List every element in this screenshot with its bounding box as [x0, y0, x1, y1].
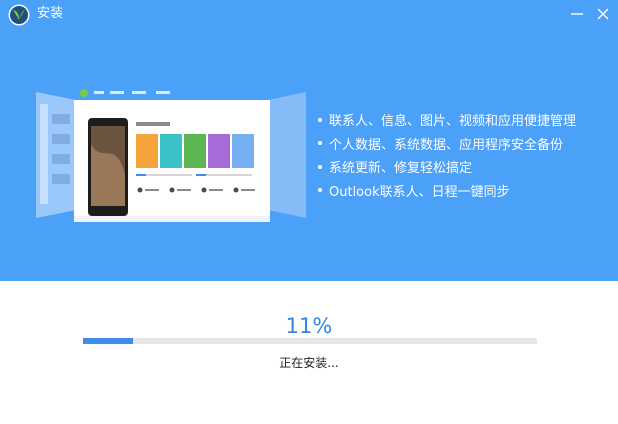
- feature-text: 联系人、信息、图片、视频和应用便捷管理: [329, 114, 577, 129]
- app-preview-illustration: [36, 86, 306, 222]
- feature-text: 系统更新、修复轻松搞定: [329, 161, 473, 176]
- close-icon[interactable]: [595, 6, 611, 22]
- title-bar: 安装: [0, 0, 618, 30]
- feature-text: Outlook联系人、日程一键同步: [329, 184, 510, 200]
- bullet-icon: [318, 188, 322, 192]
- progress-fill: [83, 338, 133, 344]
- installer-window: 安装 联系人、信息、图片、视频和应用便捷管理 个人数据、系统数据、应用程序安全备…: [0, 0, 618, 424]
- bullet-icon: [318, 164, 322, 169]
- minimize-icon[interactable]: [569, 6, 585, 22]
- bullet-icon: [318, 117, 322, 122]
- bullet-icon: [318, 141, 322, 145]
- feature-item: 联系人、信息、图片、视频和应用便捷管理: [318, 110, 576, 134]
- progress-bar: [83, 338, 537, 344]
- app-logo-icon: [8, 4, 30, 26]
- header-banner: 安装 联系人、信息、图片、视频和应用便捷管理 个人数据、系统数据、应用程序安全备…: [0, 0, 618, 281]
- feature-item: 系统更新、修复轻松搞定: [318, 157, 576, 181]
- feature-text: 个人数据、系统数据、应用程序安全备份: [329, 137, 564, 153]
- progress-percent: 11%: [285, 314, 333, 338]
- feature-item: Outlook联系人、日程一键同步: [318, 181, 576, 205]
- feature-list: 联系人、信息、图片、视频和应用便捷管理 个人数据、系统数据、应用程序安全备份 系…: [318, 110, 576, 204]
- window-title: 安装: [37, 6, 64, 21]
- feature-item: 个人数据、系统数据、应用程序安全备份: [318, 134, 576, 158]
- install-status: 正在安装...: [279, 356, 339, 370]
